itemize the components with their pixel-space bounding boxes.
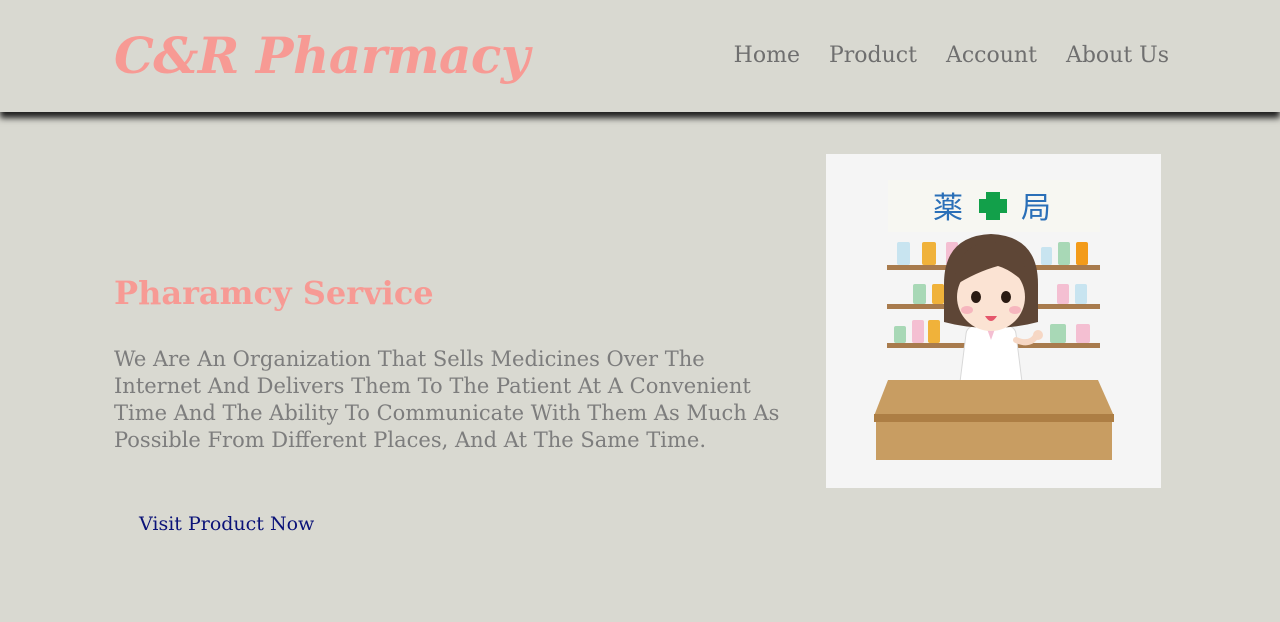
sign-left-text: 薬 [933,191,963,226]
sign-right-text: 局 [1021,191,1051,226]
nav-home[interactable]: Home [734,41,800,71]
pharmacist-figure [944,234,1043,383]
pharmacist-illustration: 薬 局 [826,154,1161,488]
site-logo[interactable]: C&R Pharmacy [114,26,530,86]
visit-product-button[interactable]: Visit Product Now [139,510,314,538]
site-header: C&R Pharmacy Home Product Account About … [0,0,1280,112]
nav-about-us[interactable]: About Us [1066,41,1169,71]
nav-product[interactable]: Product [829,41,917,71]
counter [874,380,1114,460]
main-nav: Home Product Account About Us [734,41,1169,71]
hero-description: We Are An Organization That Sells Medici… [114,347,780,452]
hero-title: Pharamcy Service [114,274,434,312]
nav-account[interactable]: Account [946,41,1037,71]
